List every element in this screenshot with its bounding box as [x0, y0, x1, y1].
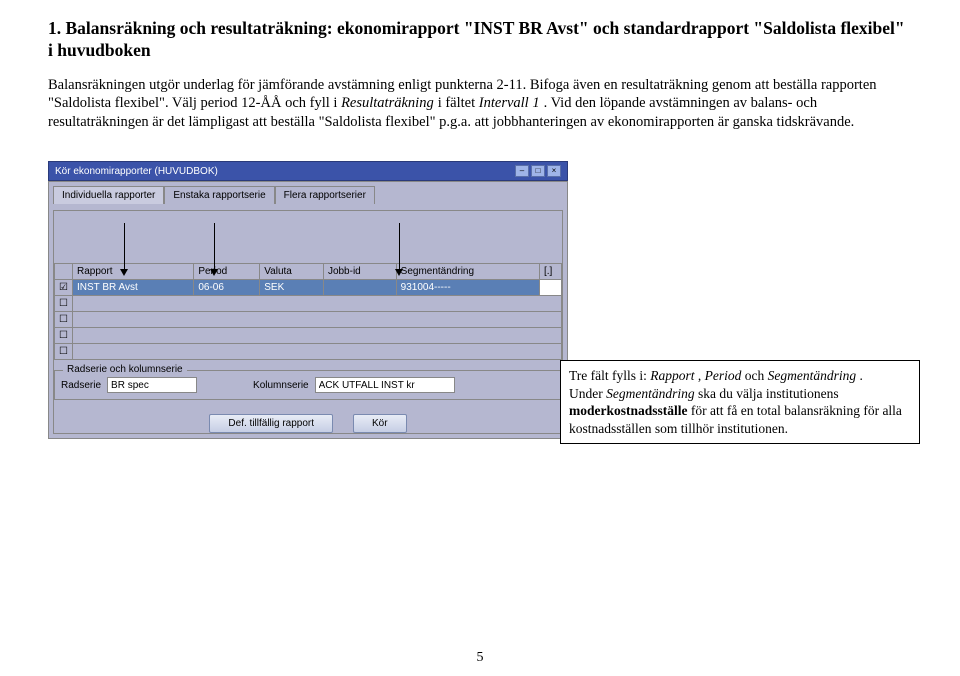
row-check[interactable]: ☐: [55, 344, 73, 360]
window-body: Individuella rapporter Enstaka rapportse…: [48, 181, 568, 439]
callout-italic-rapport: Rapport: [650, 368, 694, 383]
callout-text: .: [860, 368, 863, 383]
table-row[interactable]: ☐: [55, 312, 562, 328]
cell-period[interactable]: 06-06: [194, 280, 260, 296]
cell-valuta[interactable]: SEK: [260, 280, 324, 296]
tab-row: Individuella rapporter Enstaka rapportse…: [53, 186, 563, 204]
tab-flera[interactable]: Flera rapportserier: [275, 186, 375, 204]
callout-bold-moderkostnad: moderkostnadsställe: [569, 403, 688, 418]
window-controls: – □ ×: [515, 165, 561, 177]
col-valuta[interactable]: Valuta: [260, 264, 324, 280]
para-text-mid: i fältet: [438, 95, 479, 111]
cell-segment[interactable]: 931004-----: [396, 280, 539, 296]
table-row[interactable]: ☑ INST BR Avst 06-06 SEK 931004-----: [55, 280, 562, 296]
radserie-label: Radserie: [61, 380, 101, 391]
table-row[interactable]: ☐: [55, 344, 562, 360]
minimize-icon[interactable]: –: [515, 165, 529, 177]
cell-rapport[interactable]: INST BR Avst: [73, 280, 194, 296]
report-panel: Rapport Period Valuta Jobb-id Segmentänd…: [53, 210, 563, 434]
grid-header-row: Rapport Period Valuta Jobb-id Segmentänd…: [55, 264, 562, 280]
window-titlebar: Kör ekonomirapporter (HUVUDBOK) – □ ×: [48, 161, 568, 181]
window-title-text: Kör ekonomirapporter (HUVUDBOK): [55, 166, 218, 177]
cell-jobbid[interactable]: [323, 280, 396, 296]
col-rapport[interactable]: Rapport: [73, 264, 194, 280]
radserie-row: Radserie Kolumnserie: [61, 377, 555, 393]
callout-text: Tre fält fylls i:: [569, 368, 650, 383]
callout-text: Under: [569, 386, 606, 401]
report-grid: Rapport Period Valuta Jobb-id Segmentänd…: [54, 263, 562, 360]
tab-individuella[interactable]: Individuella rapporter: [53, 186, 164, 204]
col-check: [55, 264, 73, 280]
row-check[interactable]: ☐: [55, 296, 73, 312]
kor-button[interactable]: Kör: [353, 414, 407, 433]
callout-italic-segment2: Segmentändring: [606, 386, 695, 401]
def-tillfallig-button[interactable]: Def. tillfällig rapport: [209, 414, 333, 433]
cell-extra[interactable]: [540, 280, 562, 296]
radserie-panel-title: Radserie och kolumnserie: [63, 364, 187, 375]
table-row[interactable]: ☐: [55, 296, 562, 312]
radserie-panel: Radserie och kolumnserie Radserie Kolumn…: [54, 370, 562, 400]
empty-row: [73, 312, 562, 328]
col-extra[interactable]: [.]: [540, 264, 562, 280]
app-window: Kör ekonomirapporter (HUVUDBOK) – □ × In…: [48, 161, 568, 439]
col-period[interactable]: Period: [194, 264, 260, 280]
callout-text: och: [745, 368, 768, 383]
kolumnserie-input[interactable]: [315, 377, 455, 393]
tab-enstaka[interactable]: Enstaka rapportserie: [164, 186, 274, 204]
para-italic-2: Intervall 1: [479, 95, 540, 111]
kolumnserie-label: Kolumnserie: [253, 380, 309, 391]
col-jobbid[interactable]: Jobb-id: [323, 264, 396, 280]
table-row[interactable]: ☐: [55, 328, 562, 344]
empty-row: [73, 328, 562, 344]
callout-italic-period: Period: [705, 368, 742, 383]
col-segment[interactable]: Segmentändring: [396, 264, 539, 280]
empty-row: [73, 344, 562, 360]
button-row: Def. tillfällig rapport Kör: [54, 414, 562, 433]
row-check[interactable]: ☐: [55, 328, 73, 344]
callout-text: ska du välja institutionens: [698, 386, 839, 401]
intro-paragraph: Balansräkningen utgör underlag för jämfö…: [48, 76, 912, 132]
empty-row: [73, 296, 562, 312]
close-icon[interactable]: ×: [547, 165, 561, 177]
page-number: 5: [0, 650, 960, 666]
page-heading: 1. Balansräkning och resultaträkning: ek…: [48, 18, 912, 62]
radserie-input[interactable]: [107, 377, 197, 393]
row-check[interactable]: ☐: [55, 312, 73, 328]
callout-box: Tre fält fylls i: Rapport , Period och S…: [560, 360, 920, 444]
callout-italic-segment: Segmentändring: [768, 368, 857, 383]
maximize-icon[interactable]: □: [531, 165, 545, 177]
callout-text: ,: [698, 368, 705, 383]
row-check[interactable]: ☑: [55, 280, 73, 296]
arrow-annotations: [54, 223, 562, 263]
para-italic-1: Resultaträkning: [341, 95, 434, 111]
